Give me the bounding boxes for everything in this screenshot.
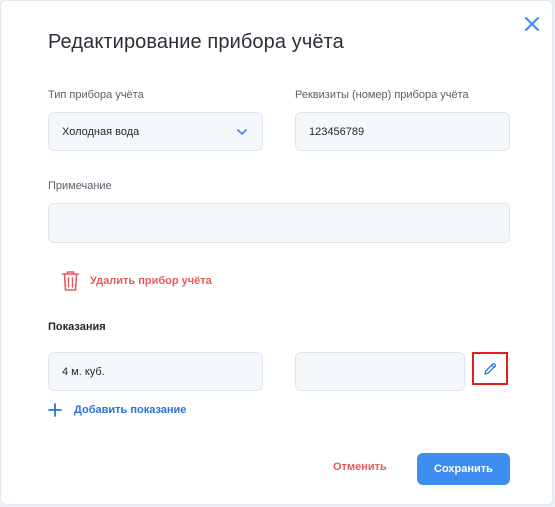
reading-value: 4 м. куб.	[62, 365, 105, 378]
save-button[interactable]: Сохранить	[417, 453, 510, 485]
note-label: Примечание	[48, 180, 112, 192]
reading-second-input[interactable]	[295, 352, 465, 391]
reading-value-input[interactable]: 4 м. куб.	[48, 352, 263, 391]
edit-reading-button[interactable]	[472, 352, 508, 385]
close-icon	[525, 17, 539, 31]
add-reading-button[interactable]: Добавить показание	[48, 403, 186, 417]
cancel-button[interactable]: Отменить	[333, 461, 387, 473]
pencil-icon	[484, 362, 496, 375]
chevron-down-icon	[237, 129, 247, 135]
edit-meter-modal: Редактирование прибора учёта Тип прибора…	[0, 0, 553, 505]
plus-icon	[48, 403, 62, 417]
add-reading-label: Добавить показание	[74, 404, 187, 416]
readings-heading: Показания	[48, 321, 106, 333]
meter-type-value: Холодная вода	[62, 125, 140, 138]
delete-meter-button[interactable]: Удалить прибор учёта	[61, 270, 212, 292]
trash-icon	[61, 271, 80, 291]
meter-type-select[interactable]: Холодная вода	[48, 112, 263, 151]
close-button[interactable]	[521, 13, 543, 35]
modal-title: Редактирование прибора учёта	[48, 31, 344, 53]
delete-meter-label: Удалить прибор учёта	[90, 275, 212, 287]
meter-details-label: Реквизиты (номер) прибора учёта	[295, 89, 469, 101]
meter-details-input[interactable]: 123456789	[295, 112, 510, 151]
meter-details-value: 123456789	[309, 125, 365, 138]
meter-type-label: Тип прибора учёта	[48, 89, 144, 101]
note-input[interactable]	[48, 203, 510, 243]
